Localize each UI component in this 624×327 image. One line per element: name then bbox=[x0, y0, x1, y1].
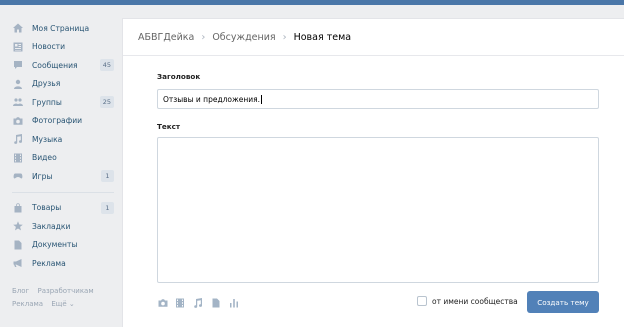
sidebar-item-documents[interactable]: Документы bbox=[10, 236, 118, 255]
attachment-toolbar: от имени сообщества Создать тему bbox=[157, 291, 599, 313]
footer-link-developers[interactable]: Разработчикам bbox=[37, 287, 93, 295]
games-count-badge: 1 bbox=[101, 170, 114, 182]
sidebar-item-friends[interactable]: Друзья bbox=[10, 75, 118, 94]
document-icon bbox=[12, 240, 24, 250]
sidebar-item-goods[interactable]: Товары 1 bbox=[10, 199, 118, 218]
home-icon bbox=[12, 23, 24, 33]
footer-link-more[interactable]: Ещё ⌄ bbox=[51, 300, 74, 308]
camera-icon bbox=[12, 116, 24, 126]
breadcrumb-separator: › bbox=[282, 31, 287, 43]
goods-count-badge: 1 bbox=[101, 201, 114, 214]
sidebar-item-label: Документы bbox=[32, 240, 78, 250]
video-icon bbox=[12, 153, 24, 163]
sidebar-footer: Блог Разработчикам Реклама Ещё ⌄ bbox=[10, 285, 118, 311]
post-as-community-option[interactable]: от имени сообщества bbox=[417, 296, 518, 306]
sidebar-item-label: Реклама bbox=[32, 258, 66, 268]
new-topic-panel: АБВГДейка › Обсуждения › Новая тема Заго… bbox=[122, 18, 624, 327]
poll-icon[interactable] bbox=[228, 297, 239, 308]
text-caret bbox=[261, 94, 263, 104]
breadcrumb-discussions-link[interactable]: Обсуждения bbox=[212, 32, 275, 43]
top-header-bar bbox=[0, 0, 624, 5]
groups-icon bbox=[12, 97, 24, 107]
friends-icon bbox=[12, 79, 24, 89]
post-as-community-label: от имени сообщества bbox=[432, 296, 518, 306]
sidebar-item-label: Сообщения bbox=[32, 60, 78, 70]
news-icon bbox=[12, 42, 24, 52]
sidebar-item-bookmarks[interactable]: Закладки bbox=[10, 217, 118, 236]
sidebar-item-games[interactable]: Игры 1 bbox=[10, 167, 118, 186]
page-title: Новая тема bbox=[293, 31, 352, 43]
sidebar-item-label: Новости bbox=[32, 42, 66, 52]
sidebar-item-label: Игры bbox=[32, 171, 53, 181]
sidebar-divider bbox=[12, 191, 114, 193]
text-field-label: Текст bbox=[157, 122, 181, 131]
left-sidebar: Моя Страница Новости Сообщения 45 Друзья… bbox=[10, 19, 118, 311]
games-icon bbox=[12, 171, 24, 181]
breadcrumb: АБВГДейка › Обсуждения › Новая тема bbox=[123, 19, 624, 56]
music-icon[interactable] bbox=[192, 297, 203, 308]
star-icon bbox=[12, 221, 24, 231]
sidebar-item-my-page[interactable]: Моя Страница bbox=[10, 19, 118, 38]
sidebar-item-groups[interactable]: Группы 25 bbox=[10, 93, 118, 112]
document-icon[interactable] bbox=[210, 297, 221, 308]
create-topic-button[interactable]: Создать тему bbox=[527, 291, 599, 313]
sidebar-item-label: Закладки bbox=[32, 221, 71, 231]
sidebar-item-label: Товары bbox=[32, 203, 62, 213]
sidebar-item-label: Друзья bbox=[32, 79, 61, 89]
sidebar-item-label: Фотографии bbox=[32, 116, 83, 126]
sidebar-item-label: Музыка bbox=[32, 134, 63, 144]
video-icon[interactable] bbox=[174, 297, 185, 308]
sidebar-item-label: Группы bbox=[32, 97, 62, 107]
sidebar-item-photos[interactable]: Фотографии bbox=[10, 112, 118, 131]
messages-icon bbox=[12, 60, 24, 70]
breadcrumb-group-link[interactable]: АБВГДейка bbox=[138, 32, 194, 43]
sidebar-item-messages[interactable]: Сообщения 45 bbox=[10, 56, 118, 75]
shopping-bag-icon bbox=[12, 202, 24, 213]
footer-link-ads[interactable]: Реклама bbox=[12, 300, 43, 308]
title-field-label: Заголовок bbox=[157, 72, 201, 81]
camera-icon[interactable] bbox=[157, 297, 168, 308]
messages-count-badge: 45 bbox=[99, 59, 114, 71]
sidebar-item-ads[interactable]: Реклама bbox=[10, 254, 118, 273]
megaphone-icon bbox=[12, 258, 24, 268]
sidebar-item-label: Моя Страница bbox=[32, 23, 90, 33]
sidebar-item-music[interactable]: Музыка bbox=[10, 130, 118, 149]
sidebar-item-news[interactable]: Новости bbox=[10, 38, 118, 57]
breadcrumb-separator: › bbox=[201, 31, 206, 43]
text-area[interactable] bbox=[157, 137, 599, 283]
sidebar-item-label: Видео bbox=[32, 153, 57, 163]
sidebar-item-video[interactable]: Видео bbox=[10, 149, 118, 168]
title-input-value: Отзывы и предложения. bbox=[163, 94, 261, 104]
post-as-community-checkbox[interactable] bbox=[417, 296, 427, 306]
music-icon bbox=[12, 134, 24, 145]
title-input[interactable]: Отзывы и предложения. bbox=[157, 89, 599, 109]
groups-count-badge: 25 bbox=[99, 96, 114, 108]
footer-link-blog[interactable]: Блог bbox=[12, 287, 29, 295]
